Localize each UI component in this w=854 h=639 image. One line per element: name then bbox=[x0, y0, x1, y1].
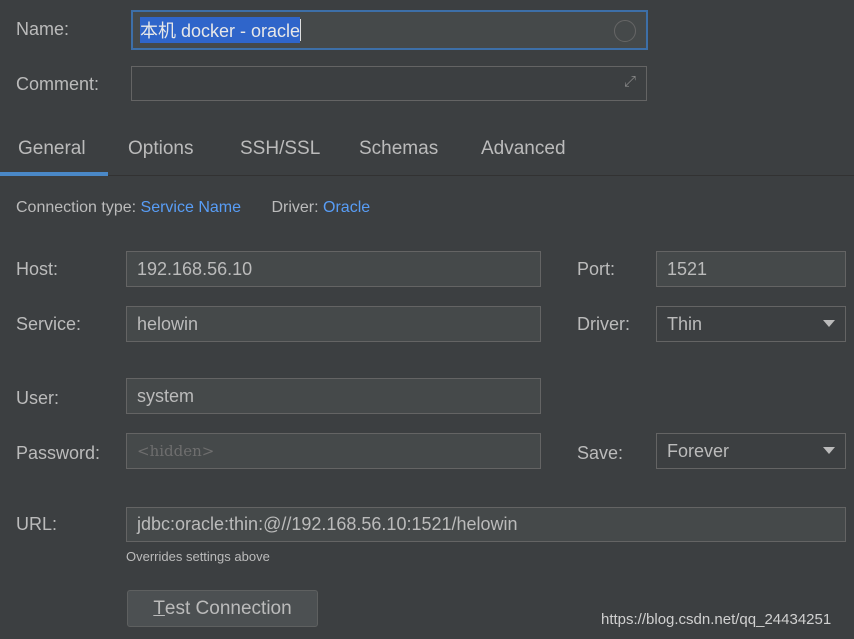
driver-label: Driver: bbox=[577, 314, 630, 334]
url-hint: Overrides settings above bbox=[126, 549, 270, 564]
port-value: 1521 bbox=[667, 258, 708, 279]
host-value: 192.168.56.10 bbox=[137, 258, 253, 279]
driver-info-label: Driver: bbox=[271, 199, 319, 216]
password-placeholder: <hidden> bbox=[137, 442, 215, 460]
tab-options[interactable]: Options bbox=[128, 138, 193, 160]
connection-type-label: Connection type: bbox=[16, 199, 137, 216]
tab-schemas[interactable]: Schemas bbox=[359, 138, 438, 160]
url-input[interactable]: jdbc:oracle:thin:@//192.168.56.10:1521/h… bbox=[126, 507, 846, 542]
service-label: Service: bbox=[16, 314, 82, 334]
save-value: Forever bbox=[667, 440, 730, 461]
tab-divider bbox=[0, 175, 854, 176]
comment-label: Comment: bbox=[16, 74, 100, 94]
chevron-down-icon bbox=[823, 320, 835, 327]
button-mnemonic: T bbox=[153, 597, 165, 619]
url-label: URL: bbox=[16, 514, 58, 534]
watermark: https://blog.csdn.net/qq_24434251 bbox=[601, 611, 832, 628]
chevron-down-icon bbox=[823, 447, 835, 454]
button-label: est Connection bbox=[164, 597, 292, 619]
name-input[interactable]: 本机 docker - oracle bbox=[131, 10, 648, 50]
service-value: helowin bbox=[137, 313, 199, 334]
user-input[interactable]: system bbox=[126, 378, 541, 414]
driver-link[interactable]: Oracle bbox=[323, 199, 370, 216]
name-label: Name: bbox=[16, 19, 70, 39]
host-label: Host: bbox=[16, 259, 59, 279]
url-value: jdbc:oracle:thin:@//192.168.56.10:1521/h… bbox=[137, 514, 518, 534]
tab-ssh-ssl[interactable]: SSH/SSL bbox=[240, 138, 320, 160]
user-label: User: bbox=[16, 388, 60, 408]
active-tab-indicator bbox=[0, 172, 108, 176]
port-input[interactable]: 1521 bbox=[656, 251, 846, 287]
connection-type-link[interactable]: Service Name bbox=[141, 199, 241, 216]
port-label: Port: bbox=[577, 259, 616, 279]
connection-info: Connection type: Service Name Driver: Or… bbox=[16, 199, 370, 217]
password-label: Password: bbox=[16, 443, 101, 463]
tab-advanced[interactable]: Advanced bbox=[481, 138, 566, 160]
driver-select[interactable]: Thin bbox=[656, 306, 846, 342]
save-select[interactable]: Forever bbox=[656, 433, 846, 469]
host-input[interactable]: 192.168.56.10 bbox=[126, 251, 541, 287]
save-label: Save: bbox=[577, 443, 624, 463]
driver-value: Thin bbox=[667, 313, 703, 334]
password-input[interactable]: <hidden> bbox=[126, 433, 541, 469]
expand-icon[interactable]: ⤢ bbox=[624, 73, 636, 90]
circle-icon[interactable] bbox=[614, 20, 636, 42]
tab-general[interactable]: General bbox=[18, 138, 86, 160]
comment-input[interactable]: ⤢ bbox=[131, 66, 647, 101]
service-input[interactable]: helowin bbox=[126, 306, 541, 342]
name-value: 本机 docker - oracle bbox=[140, 17, 301, 43]
text-cursor bbox=[300, 19, 302, 41]
test-connection-button[interactable]: Test Connection bbox=[127, 590, 318, 627]
user-value: system bbox=[137, 385, 195, 406]
